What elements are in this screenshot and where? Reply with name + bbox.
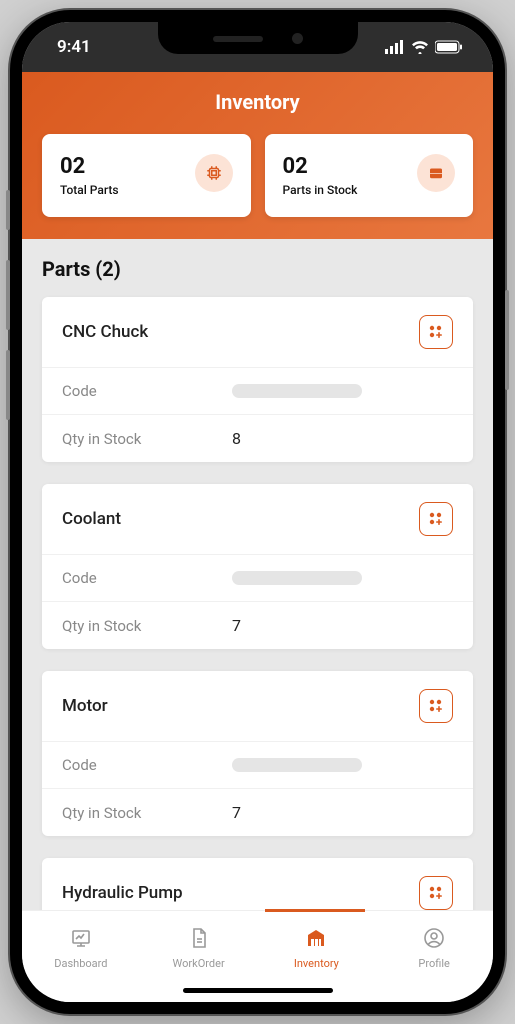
phone-frame: 9:41 Inventory 02 Total Parts — [10, 10, 505, 1014]
qty-value: 8 — [232, 429, 241, 448]
stat-card-total-parts[interactable]: 02 Total Parts — [42, 134, 251, 217]
signal-icon — [385, 40, 405, 54]
code-label: Code — [62, 756, 232, 774]
battery-icon — [435, 40, 463, 54]
home-indicator — [183, 988, 333, 993]
code-skeleton — [232, 571, 362, 585]
part-qty-row: Qty in Stock7 — [42, 601, 473, 649]
stat-label: Total Parts — [60, 183, 119, 197]
wifi-icon — [411, 40, 429, 54]
nav-dashboard[interactable]: Dashboard — [22, 911, 140, 1002]
part-code-row: Code — [42, 367, 473, 414]
code-label: Code — [62, 569, 232, 587]
qty-label: Qty in Stock — [62, 617, 232, 635]
part-name: Coolant — [62, 509, 121, 529]
stat-value: 02 — [60, 154, 119, 179]
stat-card-parts-in-stock[interactable]: 02 Parts in Stock — [265, 134, 474, 217]
content: Parts (2) CNC ChuckCodeQty in Stock8Cool… — [22, 239, 493, 910]
dashboard-icon — [69, 926, 93, 953]
bottom-nav: Dashboard WorkOrder Inventory Profile — [22, 910, 493, 1002]
grid-add-icon[interactable] — [419, 502, 453, 536]
nav-indicator — [265, 909, 365, 912]
part-qty-row: Qty in Stock8 — [42, 414, 473, 462]
part-card[interactable]: Motor Code Qty in Stock7 — [42, 671, 473, 836]
workorder-icon — [187, 926, 211, 953]
profile-icon — [422, 926, 446, 953]
status-time: 9:41 — [57, 37, 91, 57]
stat-value: 02 — [283, 154, 358, 179]
qty-label: Qty in Stock — [62, 804, 232, 822]
part-name: Hydraulic Pump — [62, 883, 183, 903]
qty-value: 7 — [232, 803, 241, 822]
grid-add-icon[interactable] — [419, 689, 453, 723]
part-name: Motor — [62, 696, 108, 716]
part-card[interactable]: Hydraulic PumpCode — [42, 858, 473, 910]
grid-add-icon[interactable] — [419, 315, 453, 349]
notch — [158, 22, 358, 54]
part-code-row: Code — [42, 554, 473, 601]
parts-list: CNC ChuckCodeQty in Stock8CoolantCodeQty… — [42, 297, 473, 910]
part-name: CNC Chuck — [62, 322, 148, 342]
stat-row: 02 Total Parts 02 Parts in Stock — [42, 134, 473, 217]
code-skeleton — [232, 758, 362, 772]
status-icons — [385, 40, 463, 54]
part-card[interactable]: Coolant Code Qty in Stock7 — [42, 484, 473, 649]
code-label: Code — [62, 382, 232, 400]
header: Inventory 02 Total Parts 02 Parts in Sto… — [22, 72, 493, 239]
part-card[interactable]: CNC Chuck Code Qty in Stock8 — [42, 297, 473, 462]
stat-label: Parts in Stock — [283, 183, 358, 197]
nav-label: Profile — [418, 957, 449, 970]
qty-value: 7 — [232, 616, 241, 635]
grid-add-icon[interactable] — [419, 876, 453, 910]
qty-label: Qty in Stock — [62, 430, 232, 448]
section-title: Parts (2) — [42, 257, 473, 281]
code-skeleton — [232, 384, 362, 398]
inventory-icon — [304, 926, 328, 953]
box-icon — [417, 154, 455, 192]
part-qty-row: Qty in Stock7 — [42, 788, 473, 836]
part-code-row: Code — [42, 741, 473, 788]
chip-icon — [195, 154, 233, 192]
nav-label: Inventory — [294, 957, 339, 970]
nav-label: WorkOrder — [173, 957, 225, 970]
nav-profile[interactable]: Profile — [375, 911, 493, 1002]
page-title: Inventory — [42, 90, 473, 114]
nav-label: Dashboard — [54, 957, 107, 970]
screen: 9:41 Inventory 02 Total Parts — [22, 22, 493, 1002]
